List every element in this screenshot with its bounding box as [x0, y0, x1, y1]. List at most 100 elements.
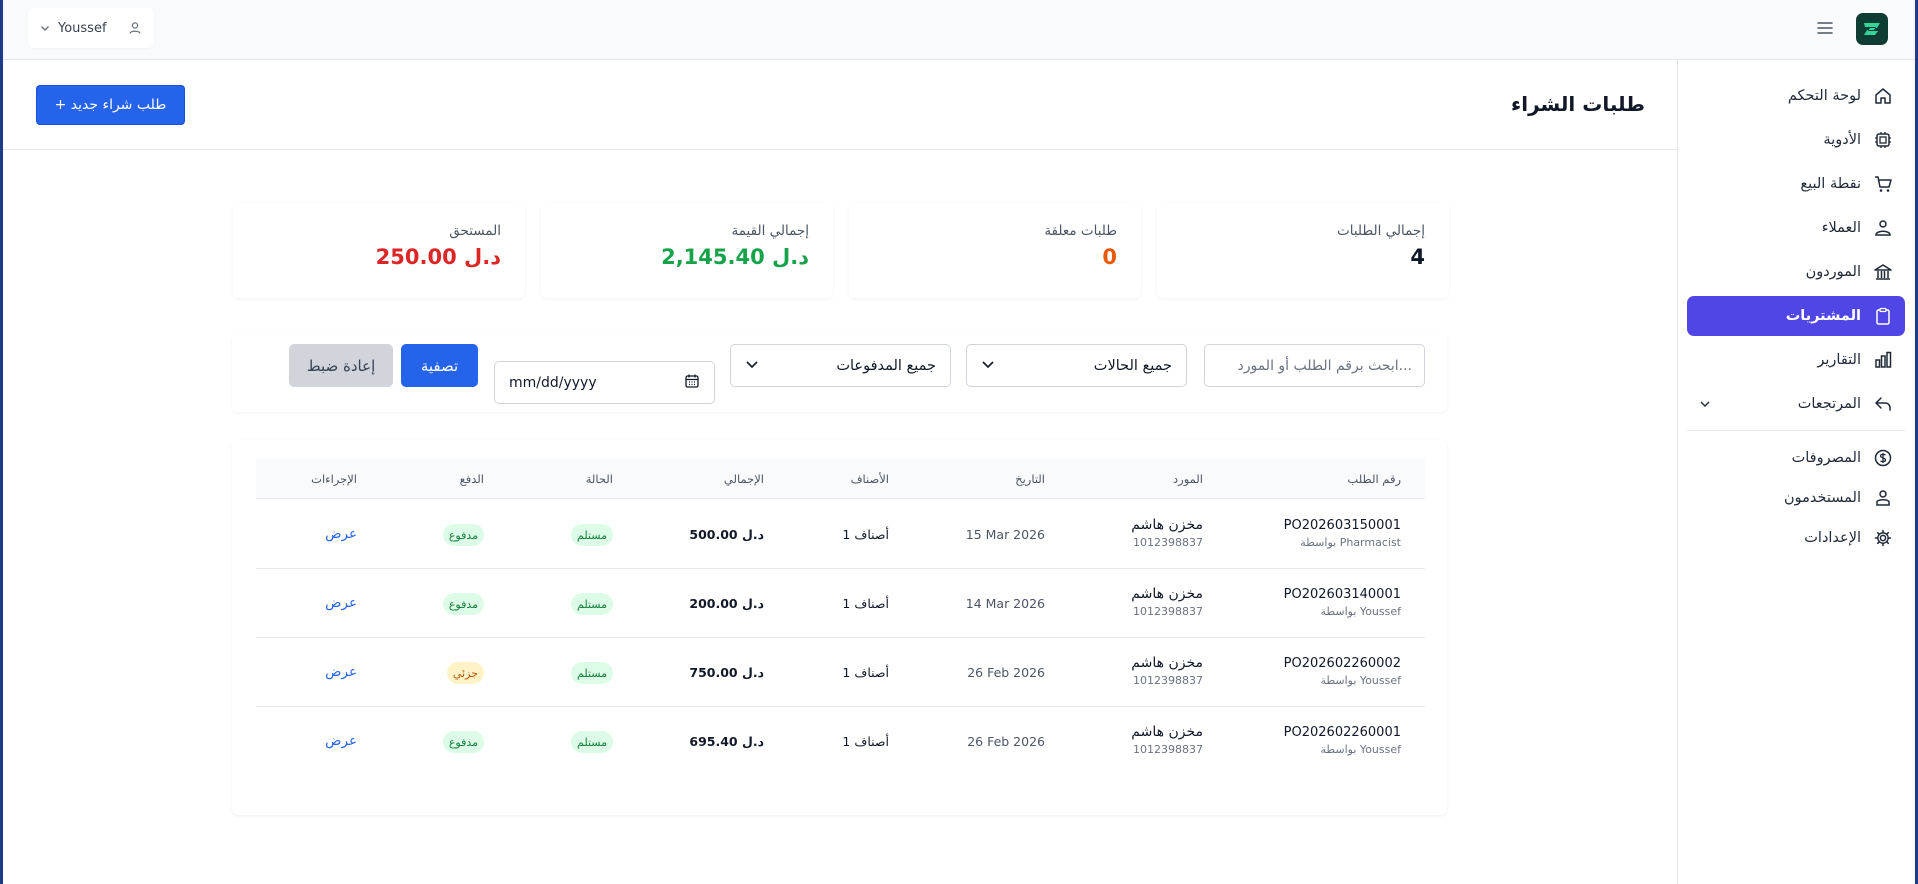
payment-badge: مدفوع [442, 524, 484, 546]
purchase-orders-table: رقم الطلب المورد التاريخ الأصناف الإجمال… [232, 440, 1447, 815]
sidebar-item-medicines[interactable]: الأدوية [1687, 120, 1905, 160]
building-icon [1873, 262, 1893, 282]
column-header: الإجمالي [723, 472, 764, 486]
column-header: الإجراءات [311, 472, 357, 486]
sidebar-item-suppliers[interactable]: الموردون [1687, 252, 1905, 292]
sidebar-item-expenses[interactable]: المصروفات [1687, 438, 1905, 478]
sidebar-item-label: المرتجعات [1797, 396, 1861, 412]
items-count: 1 أصناف [842, 596, 889, 611]
supplier-name: مخزن هاشم [1131, 655, 1203, 671]
sidebar-item-label: المستخدمون [1783, 490, 1861, 506]
sidebar-item-customers[interactable]: العملاء [1687, 208, 1905, 248]
sidebar-item-users[interactable]: المستخدمون [1687, 478, 1905, 518]
status-badge: مستلم [571, 524, 613, 546]
payment-select[interactable]: جميع المدفوعات [730, 344, 951, 387]
po-number: PO202602260001 [1283, 725, 1401, 740]
top-bar: Youssef [3, 0, 1915, 60]
sidebar-item-returns[interactable]: المرتجعات [1687, 384, 1905, 424]
table-header: رقم الطلب المورد التاريخ الأصناف الإجمال… [256, 459, 1425, 499]
po-number: PO202602260002 [1283, 656, 1401, 671]
customers-icon [1873, 218, 1893, 238]
sidebar-item-label: الموردون [1805, 264, 1861, 280]
order-total: 750.00 د.ل [689, 665, 764, 680]
table-row: PO202603150001 بواسطة Pharmacist مخزن ها… [256, 500, 1425, 569]
stat-label: المستحق [449, 223, 501, 239]
supplier-id: 1012398837 [1133, 743, 1203, 756]
items-count: 1 أصناف [842, 734, 889, 749]
stat-value: 4 [1410, 245, 1425, 269]
sidebar-item-label: نقطة البيع [1800, 176, 1861, 192]
user-icon [128, 21, 142, 35]
new-purchase-order-button[interactable]: + طلب شراء جديد [36, 85, 185, 125]
clipboard-icon [1873, 306, 1893, 326]
supplier-id: 1012398837 [1133, 536, 1203, 549]
stat-card-pending-orders: طلبات معلقة 0 [849, 203, 1141, 298]
view-link[interactable]: عرض [325, 664, 357, 680]
status-select[interactable]: جميع الحالات [966, 344, 1187, 387]
chevron-down-icon [40, 23, 50, 33]
chevron-down-icon [1699, 398, 1711, 410]
column-header: الأصناف [850, 472, 889, 486]
sidebar-divider [1687, 430, 1905, 431]
reset-button[interactable]: إعادة ضبط [289, 344, 393, 387]
column-header: التاريخ [1015, 472, 1045, 486]
created-by: بواسطة Pharmacist [1300, 536, 1401, 549]
sidebar-item-label: التقارير [1817, 352, 1861, 368]
search-input[interactable]: ابحث برقم الطلب أو المورد... [1204, 344, 1425, 387]
column-header: الدفع [459, 472, 484, 486]
calendar-icon[interactable] [684, 373, 700, 392]
page-header: طلبات الشراء + طلب شراء جديد [3, 60, 1677, 150]
supplier-name: مخزن هاشم [1131, 586, 1203, 602]
sidebar-item-label: المصروفات [1791, 450, 1861, 466]
view-link[interactable]: عرض [325, 595, 357, 611]
pill-icon [1873, 130, 1893, 150]
stat-card-total-value: إجمالي القيمة 2,145.40 د.ل [541, 203, 833, 298]
view-link[interactable]: عرض [325, 526, 357, 542]
sidebar-item-dashboard[interactable]: لوحة التحكم [1687, 76, 1905, 116]
date-input[interactable]: mm/dd/yyyy [494, 361, 715, 404]
page-title: طلبات الشراء [1511, 92, 1645, 116]
created-by: بواسطة Youssef [1320, 605, 1401, 618]
bar-chart-icon [1873, 350, 1893, 370]
gear-icon [1873, 528, 1893, 548]
table-row: PO202602260001 بواسطة Youssef مخزن هاشم … [256, 707, 1425, 776]
app-logo [1856, 13, 1888, 45]
table-row: PO202602260002 بواسطة Youssef مخزن هاشم … [256, 638, 1425, 707]
view-link[interactable]: عرض [325, 733, 357, 749]
column-header: المورد [1173, 472, 1203, 486]
stat-label: إجمالي الطلبات [1337, 223, 1425, 239]
stat-value: 250.00 د.ل [375, 245, 501, 269]
status-badge: مستلم [571, 593, 613, 615]
sidebar-item-purchases[interactable]: المشتريات [1687, 296, 1905, 336]
po-number: PO202603150001 [1283, 518, 1401, 533]
sidebar-item-label: الأدوية [1823, 132, 1861, 148]
dollar-icon [1873, 448, 1893, 468]
search-placeholder: ابحث برقم الطلب أو المورد... [1237, 357, 1412, 374]
sidebar-item-label: الإعدادات [1804, 530, 1861, 546]
filter-button[interactable]: تصفية [401, 344, 478, 387]
sidebar-item-label: العملاء [1821, 220, 1861, 236]
order-date: 26 Feb 2026 [967, 665, 1045, 680]
order-total: 200.00 د.ل [689, 596, 764, 611]
stat-label: إجمالي القيمة [731, 223, 809, 239]
filters-bar: ابحث برقم الطلب أو المورد... جميع الحالا… [232, 334, 1447, 412]
stat-card-total-orders: إجمالي الطلبات 4 [1157, 203, 1449, 298]
order-total: 695.40 د.ل [689, 734, 764, 749]
payment-badge: جزئي [446, 662, 484, 684]
stat-card-amount-due: المستحق 250.00 د.ل [233, 203, 525, 298]
sidebar-item-pos[interactable]: نقطة البيع [1687, 164, 1905, 204]
table-row: PO202603140001 بواسطة Youssef مخزن هاشم … [256, 569, 1425, 638]
chevron-down-icon [981, 356, 995, 375]
supplier-id: 1012398837 [1133, 605, 1203, 618]
menu-toggle-icon[interactable] [1815, 18, 1835, 38]
user-menu[interactable]: Youssef [28, 8, 154, 48]
order-date: 26 Feb 2026 [967, 734, 1045, 749]
created-by: بواسطة Youssef [1320, 674, 1401, 687]
sidebar-item-settings[interactable]: الإعدادات [1687, 518, 1905, 558]
supplier-name: مخزن هاشم [1131, 517, 1203, 533]
sidebar-item-label: لوحة التحكم [1787, 88, 1861, 104]
created-by: بواسطة Youssef [1320, 743, 1401, 756]
sidebar-item-reports[interactable]: التقارير [1687, 340, 1905, 380]
user-name: Youssef [58, 20, 107, 36]
sidebar-item-label: المشتريات [1785, 308, 1861, 324]
